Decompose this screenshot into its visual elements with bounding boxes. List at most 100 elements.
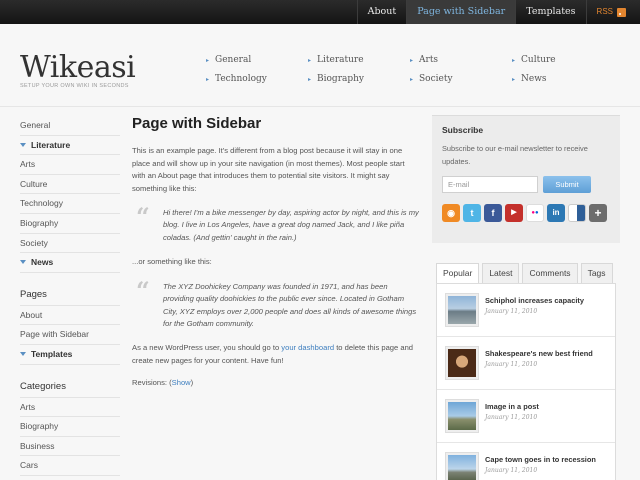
- list-item[interactable]: Cape town goes in to recession January 1…: [437, 443, 615, 480]
- social-icons: ◉ t f ▶ ●● in +: [442, 204, 610, 222]
- list-item[interactable]: Schiphol increases capacity January 11, …: [437, 284, 615, 337]
- topnav-about[interactable]: About: [356, 0, 407, 24]
- topnav-templates[interactable]: Templates: [515, 0, 585, 24]
- sidebar-item-culture[interactable]: Culture: [20, 175, 120, 195]
- cat-label: News: [521, 74, 547, 84]
- post-date: January 11, 2010: [485, 361, 538, 368]
- sidebar-item-arts[interactable]: Arts: [20, 155, 120, 175]
- tab-tags[interactable]: Tags: [580, 263, 613, 283]
- categories-heading: Categories: [20, 377, 120, 398]
- outro-paragraph: As a new WordPress user, you should go t…: [132, 342, 420, 367]
- sidebar-item-page-with-sidebar[interactable]: Page with Sidebar: [20, 325, 120, 345]
- quote-text: The XYZ Doohickey Company was founded in…: [163, 281, 417, 328]
- dashboard-link[interactable]: your dashboard: [281, 343, 334, 352]
- revisions-show-link[interactable]: Show: [172, 378, 191, 387]
- post-thumbnail[interactable]: [446, 400, 478, 432]
- rss-icon: [617, 7, 626, 17]
- sidebar-item-literature[interactable]: Literature: [20, 136, 120, 156]
- delicious-icon[interactable]: [568, 204, 586, 222]
- page-title: Page with Sidebar: [132, 115, 262, 132]
- youtube-icon[interactable]: ▶: [505, 204, 523, 222]
- email-field[interactable]: E-mail: [442, 176, 538, 193]
- intro-paragraph: This is an example page. It's different …: [132, 146, 405, 193]
- list-item[interactable]: Image in a post January 11, 2010: [437, 390, 615, 443]
- cat-label: Technology: [215, 74, 267, 84]
- sidebar-item-cat-cars[interactable]: Cars: [20, 456, 120, 476]
- cat-general[interactable]: ▸ General: [206, 55, 308, 65]
- blockquote: “ The XYZ Doohickey Company was founded …: [132, 276, 420, 331]
- facebook-icon[interactable]: f: [484, 204, 502, 222]
- triangle-down-icon: [20, 142, 26, 147]
- sidebar-item-biography[interactable]: Biography: [20, 214, 120, 234]
- sidebar-item-cat-arts[interactable]: Arts: [20, 398, 120, 418]
- main-content: Page with Sidebar This is an example pag…: [132, 115, 420, 390]
- between-paragraph: ...or something like this:: [132, 257, 212, 267]
- post-thumbnail[interactable]: [446, 453, 478, 480]
- plus-icon[interactable]: +: [589, 204, 607, 222]
- flickr-icon[interactable]: ●●: [526, 204, 544, 222]
- blockquote: “ Hi there! I'm a bike messenger by day,…: [132, 202, 420, 244]
- linkedin-icon[interactable]: in: [547, 204, 565, 222]
- cat-biography[interactable]: ▸ Biography: [308, 74, 410, 84]
- cat-label: Society: [419, 74, 453, 84]
- sidebar-item-cat-business[interactable]: Business: [20, 437, 120, 457]
- arrow-right-icon: ▸: [410, 56, 414, 64]
- post-date: January 11, 2010: [485, 308, 538, 315]
- revisions-line: Revisions: (Show): [132, 377, 420, 390]
- sidebar-item-news[interactable]: News: [20, 253, 120, 273]
- quote-text: Hi there! I'm a bike messenger by day, a…: [163, 208, 419, 242]
- category-nav: ▸ General ▸ Literature ▸ Arts ▸ Culture ▸ Tec…: [206, 55, 616, 84]
- list-item[interactable]: Shakespeare's new best friend January 11…: [437, 337, 615, 390]
- subscribe-widget: Subscribe Subscribe to our e-mail newsle…: [432, 115, 620, 243]
- pages-heading: Pages: [20, 285, 120, 306]
- cat-label: Arts: [419, 55, 439, 65]
- cat-news[interactable]: ▸ News: [512, 74, 614, 84]
- post-thumbnail[interactable]: [446, 294, 478, 326]
- quote-mark-icon: “: [136, 275, 150, 305]
- cat-arts[interactable]: ▸ Arts: [410, 55, 512, 65]
- cat-culture[interactable]: ▸ Culture: [512, 55, 614, 65]
- cat-society[interactable]: ▸ Society: [410, 74, 512, 84]
- twitter-icon[interactable]: t: [463, 204, 481, 222]
- topnav-page-with-sidebar[interactable]: Page with Sidebar: [406, 0, 516, 24]
- post-title[interactable]: Shakespeare's new best friend: [485, 349, 593, 358]
- cat-label: Literature: [317, 55, 364, 65]
- rss-icon[interactable]: ◉: [442, 204, 460, 222]
- cat-label: General: [215, 55, 252, 65]
- sidebar-item-label: News: [31, 257, 54, 268]
- post-title[interactable]: Cape town goes in to recession: [485, 455, 596, 464]
- top-bar: About Page with Sidebar Templates RSS: [0, 0, 640, 24]
- sidebar-item-templates[interactable]: Templates: [20, 345, 120, 365]
- post-date: January 11, 2010: [485, 414, 538, 421]
- submit-button[interactable]: Submit: [543, 176, 591, 193]
- tab-popular[interactable]: Popular: [436, 263, 480, 283]
- sidebar-item-cat-biography[interactable]: Biography: [20, 417, 120, 437]
- cat-technology[interactable]: ▸ Technology: [206, 74, 308, 84]
- post-thumbnail[interactable]: [446, 347, 478, 379]
- cat-literature[interactable]: ▸ Literature: [308, 55, 410, 65]
- site-logo[interactable]: Wikeasi: [20, 50, 136, 85]
- arrow-right-icon: ▸: [308, 56, 312, 64]
- header-divider: [0, 106, 640, 107]
- post-title[interactable]: Image in a post: [485, 402, 539, 411]
- left-sidebar: General Literature Arts Culture Technolo…: [20, 116, 120, 476]
- tab-comments[interactable]: Comments: [522, 263, 578, 283]
- sidebar-item-label: Literature: [31, 139, 71, 150]
- tab-latest[interactable]: Latest: [482, 263, 520, 283]
- topnav-rss[interactable]: RSS: [585, 0, 640, 24]
- triangle-down-icon: [20, 260, 26, 265]
- sidebar-item-about[interactable]: About: [20, 306, 120, 326]
- sidebar-item-label: Templates: [31, 348, 73, 359]
- site-tagline: SETUP YOUR OWN WIKI IN SECONDS: [20, 83, 129, 89]
- post-title[interactable]: Schiphol increases capacity: [485, 296, 584, 305]
- sidebar-item-society[interactable]: Society: [20, 234, 120, 254]
- arrow-right-icon: ▸: [206, 75, 210, 83]
- subscribe-title: Subscribe: [442, 125, 484, 135]
- quote-mark-icon: “: [136, 202, 150, 231]
- sidebar-item-general[interactable]: General: [20, 116, 120, 136]
- arrow-right-icon: ▸: [512, 56, 516, 64]
- tab-panel-popular: Schiphol increases capacity January 11, …: [436, 283, 616, 480]
- outro-text: As a new WordPress user, you should go t…: [132, 343, 282, 353]
- sidebar-item-technology[interactable]: Technology: [20, 194, 120, 214]
- cat-label: Biography: [317, 74, 364, 84]
